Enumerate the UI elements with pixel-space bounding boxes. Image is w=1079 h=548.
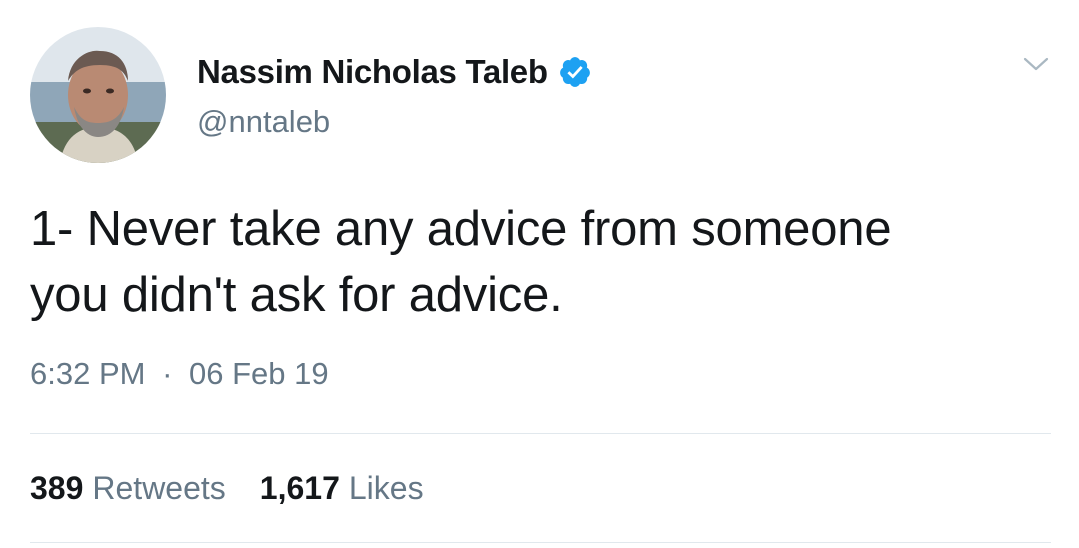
tweet-date: 06 Feb 19 xyxy=(189,356,329,391)
likes-stat[interactable]: 1,617 Likes xyxy=(260,470,424,507)
retweets-stat[interactable]: 389 Retweets xyxy=(30,470,226,507)
author-display-name[interactable]: Nassim Nicholas Taleb xyxy=(197,53,548,91)
tweet-text: 1- Never take any advice from someone yo… xyxy=(30,196,1040,328)
tweet-timestamp[interactable]: 6:32 PM · 06 Feb 19 xyxy=(30,356,329,392)
tweet-stats: 389 Retweets 1,617 Likes xyxy=(30,470,458,507)
tweet-card: Nassim Nicholas Taleb @nntaleb 1- Never … xyxy=(0,0,1079,548)
tweet-time: 6:32 PM xyxy=(30,356,146,391)
tweet-text-line: you didn't ask for advice. xyxy=(30,268,563,322)
author-handle[interactable]: @nntaleb xyxy=(197,104,330,140)
likes-label: Likes xyxy=(348,470,424,506)
likes-count: 1,617 xyxy=(259,470,340,506)
divider xyxy=(30,542,1051,543)
verified-badge-icon xyxy=(559,57,590,87)
chevron-down-icon[interactable] xyxy=(1021,52,1051,76)
retweets-label: Retweets xyxy=(92,470,226,506)
timestamp-separator: · xyxy=(162,356,173,391)
tweet-text-line: 1- Never take any advice from someone xyxy=(30,202,892,256)
avatar[interactable] xyxy=(30,27,166,163)
divider xyxy=(30,433,1051,434)
avatar-photo xyxy=(30,27,166,163)
author-name-row[interactable]: Nassim Nicholas Taleb xyxy=(197,50,592,94)
retweets-count: 389 xyxy=(30,470,84,506)
